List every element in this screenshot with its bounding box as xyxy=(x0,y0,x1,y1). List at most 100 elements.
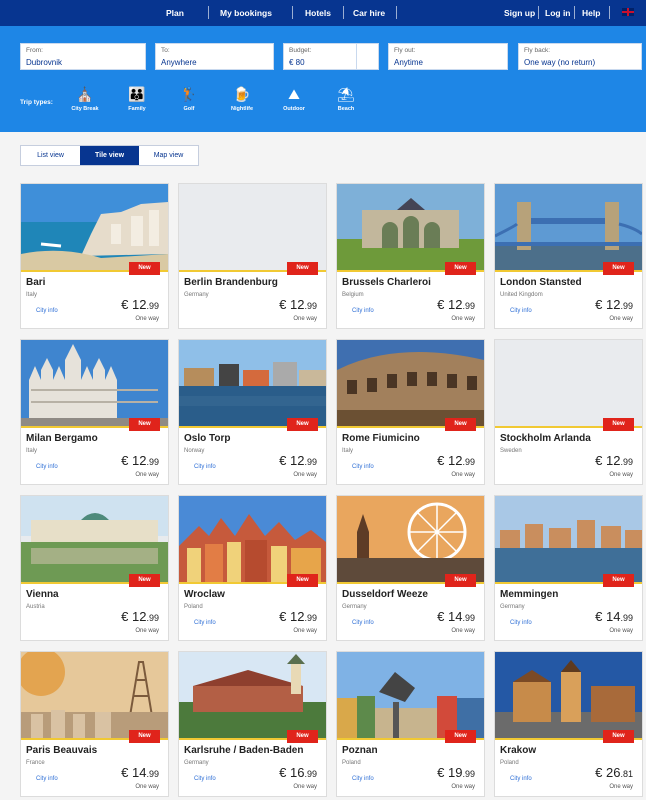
from-field[interactable]: From: Dubrovnik xyxy=(20,43,146,70)
city-info-link[interactable]: City info xyxy=(36,776,58,782)
new-badge: New xyxy=(287,418,318,431)
destination-city: Krakow xyxy=(500,745,537,756)
city-break-icon: ⛪ xyxy=(76,86,94,102)
fare-price: € 12.99 xyxy=(279,453,317,468)
destination-card[interactable]: New Krakow Poland City info € 26.81 One way xyxy=(494,651,643,797)
trip-beach-label: Beach xyxy=(337,106,355,112)
destination-card[interactable]: New Memmingen Germany City info € 14.99 One w… xyxy=(494,495,643,641)
destination-card[interactable]: New London Stansted United Kingdom City inf… xyxy=(494,183,643,329)
destination-city: Bari xyxy=(26,277,46,288)
budget-label: Budget: xyxy=(289,47,312,54)
destination-city: Vienna xyxy=(26,589,59,600)
city-info-link[interactable]: City info xyxy=(352,308,374,314)
one-way-label: One way xyxy=(451,472,475,478)
trip-family[interactable]: 👪 Family xyxy=(117,86,157,112)
one-way-label: One way xyxy=(293,472,317,478)
nav-divider xyxy=(292,6,293,19)
destination-card[interactable]: New Dusseldorf Weeze Germany City info € 14.… xyxy=(336,495,485,641)
one-way-label: One way xyxy=(451,628,475,634)
city-info-link[interactable]: City info xyxy=(36,464,58,470)
destination-image xyxy=(495,184,642,270)
trip-nightlife[interactable]: 🍺 Nightlife xyxy=(222,86,262,112)
golf-icon: 🏌 xyxy=(180,86,198,102)
new-badge: New xyxy=(603,730,634,743)
destination-card[interactable]: New Wroclaw Poland City info € 12.99 One way xyxy=(178,495,327,641)
destination-city: Oslo Torp xyxy=(184,433,231,444)
destination-image xyxy=(337,184,484,270)
tile-view-button[interactable]: Tile view xyxy=(80,146,139,165)
map-view-button[interactable]: Map view xyxy=(139,146,198,165)
city-info-link[interactable]: City info xyxy=(510,776,532,782)
fare-price-decimal: .99 xyxy=(146,301,159,311)
nav-plan[interactable]: Plan xyxy=(166,8,184,18)
city-info-link[interactable]: City info xyxy=(36,308,58,314)
city-info-link[interactable]: City info xyxy=(510,308,532,314)
fare-price-decimal: .99 xyxy=(620,457,633,467)
to-field[interactable]: To: Anywhere xyxy=(155,43,274,70)
city-info-link[interactable]: City info xyxy=(510,620,532,626)
from-label: From: xyxy=(26,47,43,54)
new-badge: New xyxy=(287,262,318,275)
uk-flag-icon[interactable] xyxy=(622,8,634,16)
destination-card[interactable]: New Stockholm Arlanda Sweden € 12.99 One way xyxy=(494,339,643,485)
one-way-label: One way xyxy=(293,316,317,322)
city-info-link[interactable]: City info xyxy=(194,620,216,626)
fly-back-label: Fly back: xyxy=(524,47,551,54)
city-info-link[interactable]: City info xyxy=(352,620,374,626)
new-badge: New xyxy=(445,418,476,431)
destination-city: Berlin Brandenburg xyxy=(184,277,278,288)
fly-back-field[interactable]: Fly back: One way (no return) xyxy=(518,43,642,70)
fare-price-integer: € 12 xyxy=(279,297,305,312)
destination-card[interactable]: New Paris Beauvais France City info € 14.99 O… xyxy=(20,651,169,797)
destination-card[interactable]: New Rome Fiumicino Italy City info € 12.99 On… xyxy=(336,339,485,485)
fare-price-decimal: .99 xyxy=(146,769,159,779)
city-info-link[interactable]: City info xyxy=(352,776,374,782)
destination-card[interactable]: New Bari Italy City info € 12.99 One way xyxy=(20,183,169,329)
top-navigation: Plan My bookings Hotels Car hire Sign up… xyxy=(0,0,646,26)
budget-field[interactable]: Budget: € 80 xyxy=(283,43,379,70)
fare-price-integer: € 12 xyxy=(437,453,463,468)
destination-card[interactable]: New Vienna Austria € 12.99 One way xyxy=(20,495,169,641)
new-badge: New xyxy=(129,418,160,431)
trip-beach[interactable]: ⛱ Beach xyxy=(326,86,366,112)
destination-card[interactable]: New Karlsruhe / Baden-Baden Germany City in… xyxy=(178,651,327,797)
trip-outdoor[interactable]: ⛰ Outdoor xyxy=(274,86,314,112)
beach-icon: ⛱ xyxy=(337,86,355,102)
destination-image xyxy=(179,496,326,582)
destination-city: Stockholm Arlanda xyxy=(500,433,591,444)
nav-sign-up[interactable]: Sign up xyxy=(504,8,535,18)
destination-city: Rome Fiumicino xyxy=(342,433,420,444)
nav-help[interactable]: Help xyxy=(582,8,600,18)
destination-card[interactable]: New Poznan Poland City info € 19.99 One way xyxy=(336,651,485,797)
destination-country: Austria xyxy=(26,604,45,610)
nav-divider xyxy=(609,6,610,19)
city-info-link[interactable]: City info xyxy=(194,464,216,470)
destination-card[interactable]: New Oslo Torp Norway City info € 12.99 One wa… xyxy=(178,339,327,485)
destination-card[interactable]: New Milan Bergamo Italy City info € 12.99 One… xyxy=(20,339,169,485)
fare-price-integer: € 16 xyxy=(279,765,305,780)
fare-price: € 14.99 xyxy=(595,609,633,624)
list-view-button[interactable]: List view xyxy=(21,146,80,165)
nav-car-hire[interactable]: Car hire xyxy=(353,8,385,18)
fare-price: € 12.99 xyxy=(437,297,475,312)
city-info-link[interactable]: City info xyxy=(194,776,216,782)
destination-card[interactable]: New Berlin Brandenburg Germany € 12.99 One w… xyxy=(178,183,327,329)
fare-price-decimal: .99 xyxy=(304,301,317,311)
city-info-link[interactable]: City info xyxy=(352,464,374,470)
nav-hotels[interactable]: Hotels xyxy=(305,8,331,18)
new-badge: New xyxy=(603,262,634,275)
destination-country: Germany xyxy=(184,760,209,766)
fare-price-decimal: .99 xyxy=(304,457,317,467)
trip-golf[interactable]: 🏌 Golf xyxy=(169,86,209,112)
destination-country: Poland xyxy=(500,760,519,766)
nav-log-in[interactable]: Log in xyxy=(545,8,571,18)
nightlife-icon: 🍺 xyxy=(233,86,251,102)
trip-city-break[interactable]: ⛪ City Break xyxy=(65,86,105,112)
fare-price-integer: € 12 xyxy=(279,609,305,624)
one-way-label: One way xyxy=(609,784,633,790)
destination-card[interactable]: New Brussels Charleroi Belgium City info € 1… xyxy=(336,183,485,329)
fly-out-field[interactable]: Fly out: Anytime xyxy=(388,43,508,70)
nav-my-bookings[interactable]: My bookings xyxy=(220,8,272,18)
destination-country: Germany xyxy=(500,604,525,610)
fare-price-integer: € 12 xyxy=(121,297,147,312)
